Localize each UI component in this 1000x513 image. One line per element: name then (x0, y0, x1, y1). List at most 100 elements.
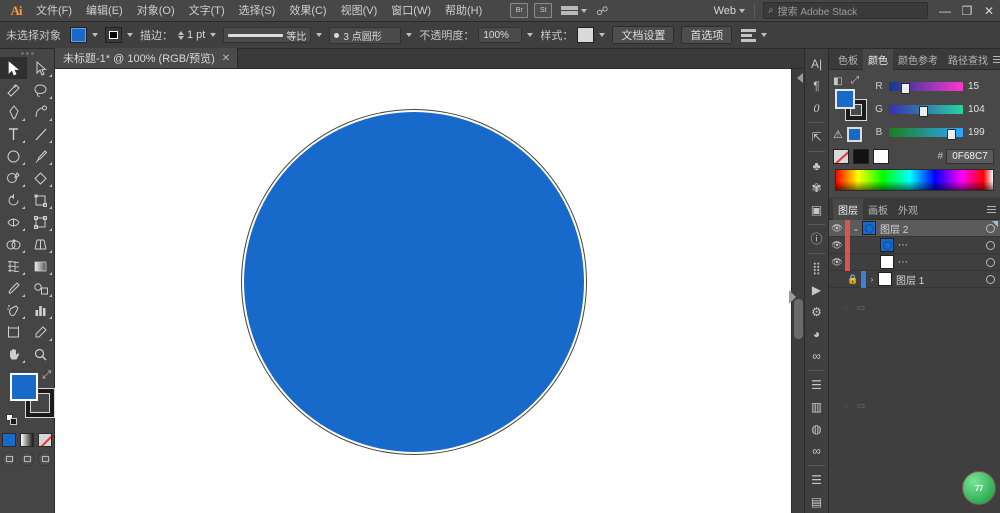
tools-panel-grip[interactable] (0, 49, 54, 57)
navigator-panel-icon[interactable]: ∞ (804, 440, 829, 462)
tool-flyout-corner-icon[interactable] (22, 162, 25, 165)
stroke-profile-chevron-down-icon[interactable] (316, 33, 322, 37)
swatches-panel-icon[interactable]: ▤ (804, 491, 829, 513)
slider-value-b[interactable]: 199 (968, 127, 994, 138)
separations-panel-icon[interactable]: ▥ (804, 396, 829, 418)
drawing-mode-behind-button[interactable] (20, 452, 34, 466)
align-panel-icon[interactable]: ⣿ (804, 257, 829, 279)
variables-panel-icon[interactable]: 0 (804, 97, 829, 119)
library-panel-icon[interactable]: ☰ (804, 469, 829, 491)
layer-chevron-right-icon[interactable]: › (866, 275, 878, 284)
artboards-panel-icon[interactable]: ▣ (804, 199, 829, 221)
document-tab-close-icon[interactable]: ✕ (222, 53, 230, 64)
tool-flyout-corner-icon[interactable] (22, 184, 25, 187)
color-slider-b[interactable]: B 199 (874, 121, 994, 144)
stroke-weight-chevron-down-icon[interactable] (210, 33, 216, 37)
transform-panel-icon[interactable]: ⇱ (804, 126, 829, 148)
line-segment-tool[interactable] (27, 123, 54, 145)
scrollbar-thumb[interactable] (794, 299, 803, 339)
menu-type[interactable]: 文字(T) (182, 1, 232, 21)
artboard-tool[interactable] (0, 321, 27, 343)
brush-definition-select[interactable]: 3 点圆形 (329, 27, 401, 44)
tab-pathfinder[interactable]: 路径查找 (943, 49, 993, 70)
paragraph-panel-icon[interactable]: ¶ (804, 75, 829, 97)
column-graph-tool[interactable] (27, 299, 54, 321)
actions-panel-icon[interactable]: ▶ (804, 279, 829, 301)
eyedropper-tool[interactable] (0, 277, 27, 299)
document-info-panel-icon[interactable]: ⚙ (804, 301, 829, 323)
perspective-grid-tool[interactable] (27, 233, 54, 255)
tool-flyout-corner-icon[interactable] (49, 316, 52, 319)
tool-flyout-corner-icon[interactable] (49, 118, 52, 121)
menu-view[interactable]: 视图(V) (334, 1, 385, 21)
tool-flyout-corner-icon[interactable] (49, 184, 52, 187)
attributes-panel-icon[interactable]: ☰ (804, 374, 829, 396)
graphic-style-swatch[interactable] (577, 27, 594, 43)
screen-mode-button[interactable] (38, 452, 52, 466)
scale-tool[interactable] (27, 189, 54, 211)
hand-tool[interactable] (0, 343, 27, 365)
color-slider-r[interactable]: R 15 (874, 75, 994, 98)
opacity-input[interactable]: 100% (478, 27, 522, 43)
tool-flyout-corner-icon[interactable] (49, 96, 52, 99)
layer-visibility-eye-icon[interactable]: 👁 (829, 240, 845, 251)
stroke-color-swatch[interactable] (105, 27, 122, 43)
layer-chevron-down-icon[interactable]: ⌄ (850, 224, 862, 233)
slider-knob-b[interactable] (947, 129, 956, 140)
layers-panel-empty-area[interactable]: ◌ ▭ ◌ ▭ (829, 288, 1000, 448)
type-tool[interactable] (0, 123, 27, 145)
slider-knob-r[interactable] (901, 83, 910, 94)
color-spectrum-bar[interactable] (835, 169, 994, 191)
fill-color-swatch[interactable] (70, 27, 87, 43)
menu-edit[interactable]: 编辑(E) (79, 1, 130, 21)
preferences-button[interactable]: 首选项 (681, 26, 732, 44)
pen-tool[interactable] (0, 101, 27, 123)
document-tab[interactable]: 未标题-1* @ 100% (RGB/预览) ✕ (55, 48, 238, 68)
transparency-panel-icon[interactable]: ◕ (804, 323, 829, 345)
align-chevron-down-icon[interactable] (761, 33, 767, 37)
tool-flyout-corner-icon[interactable] (49, 338, 52, 341)
circle-shape[interactable] (244, 112, 584, 452)
mesh-tool[interactable] (0, 255, 27, 277)
layer-name[interactable]: 图层 2 (880, 221, 986, 236)
free-transform-tool[interactable] (27, 211, 54, 233)
magic-wand-tool[interactable] (0, 79, 27, 101)
bridge-icon[interactable]: Br (510, 3, 528, 18)
sublayer-name[interactable]: ⋯ (898, 240, 986, 251)
white-swatch[interactable] (873, 149, 889, 164)
color-swap-icon[interactable]: ⤢ (851, 75, 859, 86)
hex-input[interactable]: 0F68C7 (946, 149, 994, 164)
sync-settings-icon[interactable]: ☍ (596, 4, 608, 18)
arrange-documents-icon[interactable] (561, 4, 578, 17)
stroke-weight-value[interactable]: 1 pt (187, 29, 205, 41)
none-swatch[interactable] (833, 149, 849, 164)
layer-visibility-eye-icon[interactable]: 👁 (829, 257, 845, 268)
color-slider-g[interactable]: G 104 (874, 98, 994, 121)
tool-flyout-corner-icon[interactable] (22, 316, 25, 319)
paintbrush-tool[interactable] (27, 145, 54, 167)
tool-flyout-corner-icon[interactable] (22, 228, 25, 231)
stroke-profile-select[interactable]: 等比 (223, 27, 311, 43)
layer-name[interactable]: 图层 1 (896, 272, 986, 287)
web-safe-color-swatch[interactable] (847, 127, 862, 142)
tool-flyout-corner-icon[interactable] (49, 228, 52, 231)
sublayer-target-circle-icon[interactable] (986, 241, 995, 250)
character-panel-icon[interactable]: A| (804, 53, 829, 75)
slider-value-r[interactable]: 15 (968, 81, 994, 92)
menu-help[interactable]: 帮助(H) (438, 1, 489, 21)
menu-effect[interactable]: 效果(C) (282, 1, 333, 21)
arrange-chevron-down-icon[interactable] (581, 9, 587, 13)
menu-file[interactable]: 文件(F) (29, 1, 79, 21)
minimize-button[interactable]: — (934, 0, 956, 22)
brush-chevron-down-icon[interactable] (406, 33, 412, 37)
sublayer-target-circle-icon[interactable] (986, 258, 995, 267)
tab-layers[interactable]: 图层 (833, 199, 863, 220)
style-chevron-down-icon[interactable] (599, 33, 605, 37)
shape-builder-tool[interactable] (0, 233, 27, 255)
restore-button[interactable]: ❐ (956, 0, 978, 22)
tool-flyout-corner-icon[interactable] (49, 162, 52, 165)
color-panel-menu-icon[interactable] (993, 56, 1000, 63)
color-panel-fill-swatch[interactable] (835, 89, 855, 109)
tool-flyout-corner-icon[interactable] (49, 140, 52, 143)
workspace-switcher-label[interactable]: Web (714, 5, 736, 17)
